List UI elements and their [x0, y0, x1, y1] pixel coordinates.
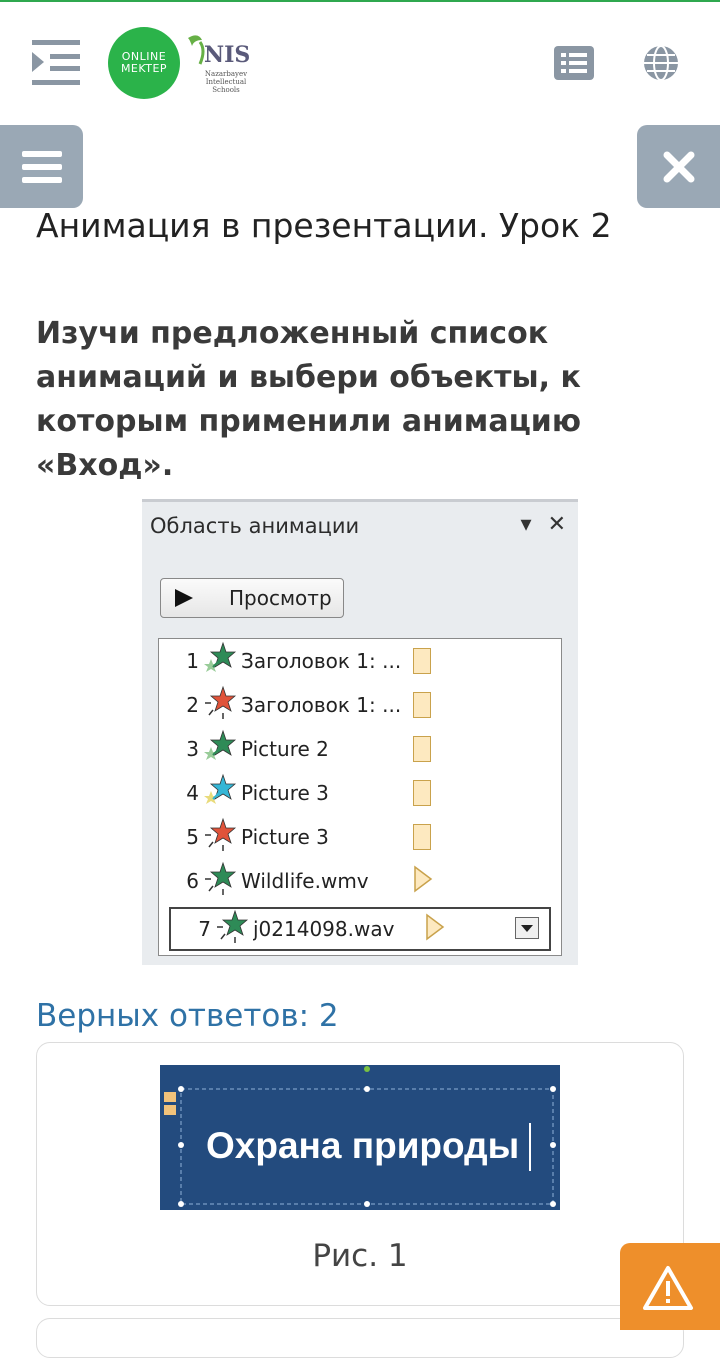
nis-title: NIS: [204, 42, 251, 68]
animation-effect-icon: [199, 773, 237, 813]
animation-list-item: 5 Picture 3: [159, 815, 559, 859]
animation-effect-icon: [199, 729, 237, 769]
answer-option-card[interactable]: [36, 1318, 684, 1358]
animation-list-item: 1 Заголовок 1: ...: [159, 639, 559, 683]
animation-effect-icon: [211, 909, 249, 949]
animation-effect-icon: [199, 685, 237, 725]
play-marker-icon: [426, 913, 445, 941]
animation-list-item: 4 Picture 3: [159, 771, 559, 815]
item-name: Заголовок 1: ...: [241, 693, 402, 717]
close-button[interactable]: [637, 125, 720, 208]
animation-effect-icon: [199, 641, 237, 681]
animation-effect-icon: [199, 817, 237, 857]
animation-list-item: 2 Заголовок 1: ...: [159, 683, 559, 727]
play-icon: [175, 589, 193, 607]
item-number: 2: [186, 693, 199, 717]
close-icon: [663, 151, 695, 183]
preview-button: Просмотр: [160, 578, 344, 618]
hamburger-icon: [22, 151, 62, 183]
animation-pane-image: Область анимации ▾ ✕ Просмотр 1 Заголовок…: [142, 499, 578, 965]
sidebar-toggle-button[interactable]: [0, 125, 83, 208]
pane-title: Область анимации: [150, 514, 360, 538]
report-problem-button[interactable]: [620, 1243, 720, 1330]
animation-list-item: 6 Wildlife.wmv: [159, 859, 559, 903]
item-number: 1: [186, 649, 199, 673]
figure-caption: Рис. 1: [312, 1238, 408, 1274]
animation-list-item: 7 j0214098.wav: [169, 907, 551, 951]
correct-answers-count: Верных ответов: 2: [36, 998, 339, 1034]
dropdown-button-icon: [515, 917, 539, 939]
timing-box-icon: [413, 824, 431, 850]
animation-list-item: 3 Picture 2: [159, 727, 559, 771]
list-icon[interactable]: [554, 46, 594, 80]
warning-icon: [643, 1266, 693, 1310]
timing-box-icon: [413, 648, 431, 674]
play-marker-icon: [414, 865, 433, 893]
slide-thumbnail: Охрана природы: [160, 1065, 560, 1210]
slide-title-text: Охрана природы: [206, 1125, 520, 1166]
item-number: 7: [198, 917, 211, 941]
logo-line2: MEKTEP: [120, 62, 168, 75]
preview-label: Просмотр: [229, 586, 332, 610]
dropdown-arrow-icon: ▾: [520, 512, 532, 537]
item-name: Wildlife.wmv: [241, 869, 369, 893]
item-number: 5: [186, 825, 199, 849]
item-name: Заголовок 1: ...: [241, 649, 402, 673]
animation-list: 1 Заголовок 1: ... 2 Заголовок 1: ... 3 Pictu…: [158, 638, 562, 956]
lesson-title: Анимация в презентации. Урок 2: [36, 206, 612, 245]
item-name: Picture 3: [241, 781, 329, 805]
timing-box-icon: [413, 692, 431, 718]
item-name: Picture 2: [241, 737, 329, 761]
animation-effect-icon: [199, 861, 237, 901]
menu-indent-icon[interactable]: [30, 38, 82, 90]
item-name: j0214098.wav: [253, 917, 395, 941]
online-mektep-logo[interactable]: ONLINE MEKTEP: [108, 27, 180, 99]
item-name: Picture 3: [241, 825, 329, 849]
close-icon: ✕: [547, 512, 566, 537]
item-number: 4: [186, 781, 199, 805]
nis-subtitle: Nazarbayev Intellectual Schools: [204, 70, 248, 94]
globe-icon[interactable]: [642, 44, 680, 82]
timing-box-icon: [413, 736, 431, 762]
question-text: Изучи предложенный список анимаций и выб…: [36, 316, 581, 483]
item-number: 3: [186, 737, 199, 761]
item-number: 6: [186, 869, 199, 893]
timing-box-icon: [413, 780, 431, 806]
